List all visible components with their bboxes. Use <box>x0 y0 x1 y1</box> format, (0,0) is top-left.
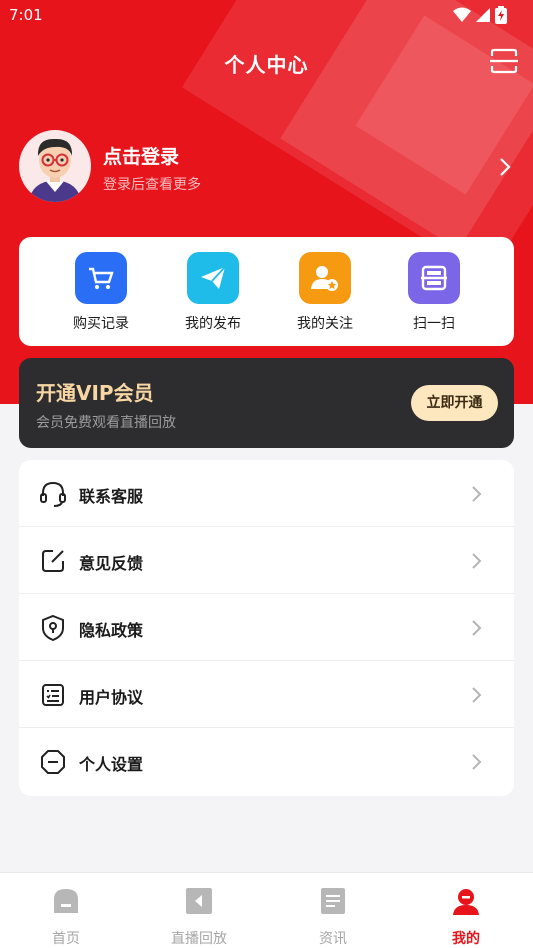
chevron-right-icon[interactable] <box>497 156 513 178</box>
status-time: 7:01 <box>9 6 43 24</box>
avatar-illustration <box>29 138 81 202</box>
vip-subtitle: 会员免费观看直播回放 <box>36 415 176 431</box>
battery-icon <box>495 6 507 24</box>
chevron-right-icon <box>472 620 482 636</box>
chevron-right-icon <box>472 553 482 569</box>
nav-tab-label: 资讯 <box>319 931 347 947</box>
chevron-right-icon <box>472 486 482 502</box>
agreement-list-icon <box>42 684 64 706</box>
feedback-edit-icon <box>42 550 64 572</box>
cart-icon <box>75 252 127 304</box>
nav-tab-label: 直播回放 <box>171 931 227 947</box>
menu-item-label: 用户协议 <box>79 688 144 707</box>
menu-item-user-agreement[interactable]: 用户协议 <box>19 661 514 728</box>
signal-icon <box>476 8 490 22</box>
menu-item-customer-service[interactable]: 联系客服 <box>19 460 514 527</box>
menu-item-label: 联系客服 <box>79 487 144 506</box>
news-icon <box>321 888 345 914</box>
quick-actions-card: 购买记录 我的发布 我的关注 扫一扫 <box>19 237 514 346</box>
wifi-icon <box>453 7 471 22</box>
quick-action-label: 我的关注 <box>297 316 353 332</box>
bottom-navigation: 首页 直播回放 资讯 我的 <box>0 872 533 948</box>
nav-tab-label: 我的 <box>452 931 480 947</box>
chevron-right-icon <box>472 754 482 770</box>
nav-tab-playback[interactable]: 直播回放 <box>144 887 254 948</box>
profile-icon <box>453 889 479 915</box>
quick-action-label: 购买记录 <box>73 316 129 332</box>
quick-action-my-follows[interactable]: 我的关注 <box>280 252 370 333</box>
playback-icon <box>186 888 212 914</box>
nav-tab-home[interactable]: 首页 <box>11 887 121 948</box>
send-icon <box>187 252 239 304</box>
vip-title: 开通VIP会员 <box>36 381 154 405</box>
settings-hexagon-icon <box>41 750 65 774</box>
scan-icon[interactable] <box>490 48 518 74</box>
avatar[interactable] <box>19 130 91 202</box>
chevron-right-icon <box>472 687 482 703</box>
login-title[interactable]: 点击登录 <box>103 142 179 169</box>
quick-action-my-posts[interactable]: 我的发布 <box>168 252 258 333</box>
home-icon <box>54 889 78 913</box>
status-bar: 7:01 <box>0 0 533 30</box>
menu-item-privacy-policy[interactable]: 隐私政策 <box>19 594 514 661</box>
vip-activate-button[interactable]: 立即开通 <box>411 385 498 421</box>
menu-item-feedback[interactable]: 意见反馈 <box>19 527 514 594</box>
quick-action-scan[interactable]: 扫一扫 <box>389 252 479 333</box>
privacy-shield-icon <box>42 614 64 642</box>
page-title: 个人中心 <box>224 53 309 77</box>
follow-user-icon <box>299 252 351 304</box>
menu-item-label: 隐私政策 <box>79 621 144 640</box>
headset-icon <box>40 481 66 507</box>
nav-tab-label: 首页 <box>52 931 80 947</box>
status-icons <box>453 6 507 24</box>
menu-item-label: 个人设置 <box>79 755 144 774</box>
menu-item-label: 意见反馈 <box>79 554 144 573</box>
menu-item-personal-settings[interactable]: 个人设置 <box>19 728 514 795</box>
nav-tab-news[interactable]: 资讯 <box>278 887 388 948</box>
quick-action-label: 我的发布 <box>185 316 241 332</box>
quick-action-purchase-records[interactable]: 购买记录 <box>56 252 146 333</box>
menu-list: 联系客服 意见反馈 隐私政策 用户协议 个人设置 <box>19 460 514 796</box>
nav-tab-profile[interactable]: 我的 <box>411 887 521 948</box>
quick-action-label: 扫一扫 <box>413 316 455 332</box>
scan-icon <box>408 252 460 304</box>
vip-banner: 开通VIP会员 会员免费观看直播回放 立即开通 <box>19 358 514 448</box>
login-subtitle: 登录后查看更多 <box>103 177 201 193</box>
